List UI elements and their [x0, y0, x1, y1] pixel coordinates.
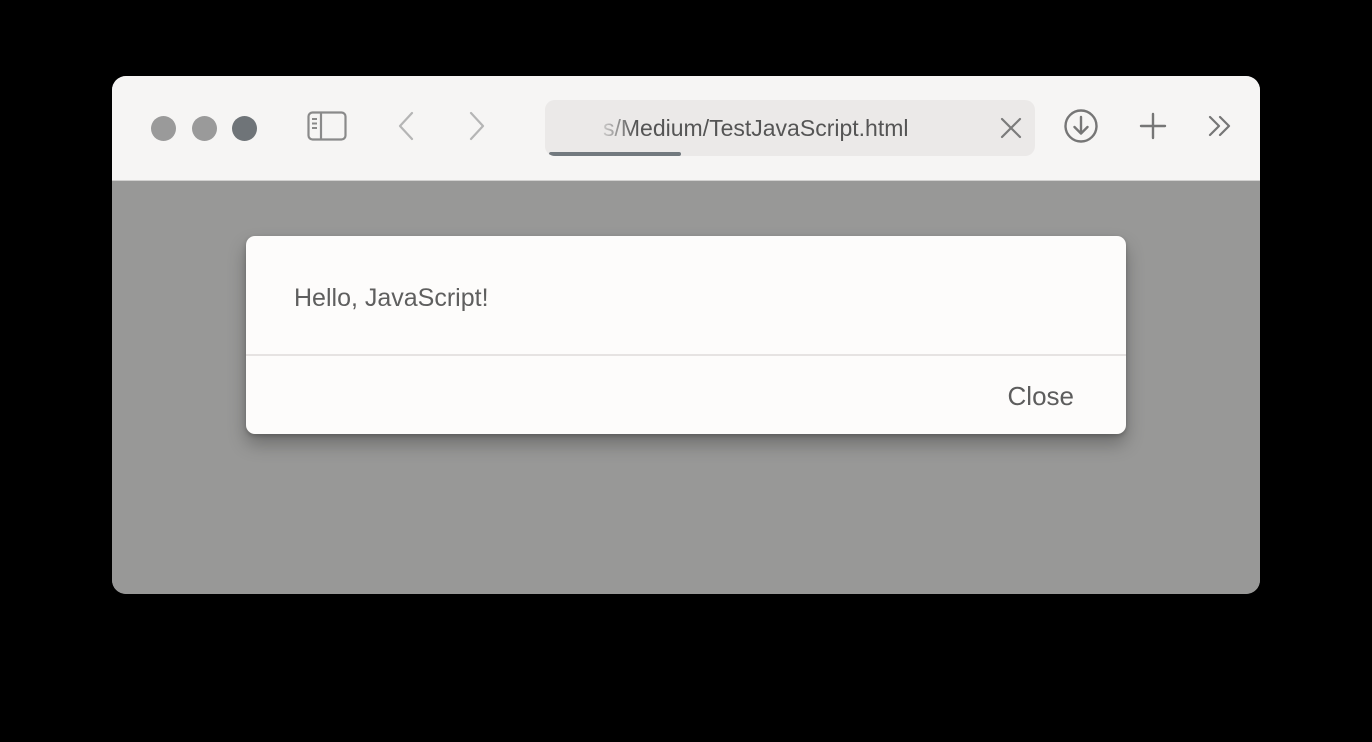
- dialog-message: Hello, JavaScript!: [294, 284, 489, 312]
- toolbar: s/Medium/TestJavaScript.html: [112, 76, 1260, 181]
- address-fade: [545, 100, 635, 156]
- window-close-button[interactable]: [151, 116, 176, 141]
- close-button[interactable]: Close: [1008, 376, 1074, 416]
- forward-button[interactable]: [465, 110, 489, 146]
- close-icon: [997, 117, 1025, 146]
- download-icon: [1063, 108, 1099, 149]
- browser-window: s/Medium/TestJavaScript.html Hello, Java…: [112, 76, 1260, 594]
- chevron-left-icon: [396, 110, 416, 147]
- page-load-progress: [549, 152, 681, 156]
- address-bar[interactable]: s/Medium/TestJavaScript.html: [545, 100, 1035, 156]
- downloads-button[interactable]: [1062, 108, 1100, 149]
- chevron-right-icon: [467, 110, 487, 147]
- window-minimize-button[interactable]: [192, 116, 217, 141]
- back-button[interactable]: [394, 110, 418, 146]
- sidebar-button[interactable]: [306, 110, 348, 146]
- plus-icon: [1138, 111, 1168, 146]
- page-content-overlay: Hello, JavaScript! Close: [112, 181, 1260, 594]
- new-tab-button[interactable]: [1136, 111, 1170, 145]
- dialog-divider: [246, 354, 1126, 356]
- double-chevron-right-icon: [1206, 114, 1234, 143]
- more-button[interactable]: [1205, 114, 1235, 142]
- sidebar-icon: [307, 110, 347, 146]
- clear-address-button[interactable]: [997, 114, 1025, 142]
- window-zoom-button[interactable]: [232, 116, 257, 141]
- address-text[interactable]: s/Medium/TestJavaScript.html: [603, 100, 908, 156]
- alert-dialog: Hello, JavaScript! Close: [246, 236, 1126, 434]
